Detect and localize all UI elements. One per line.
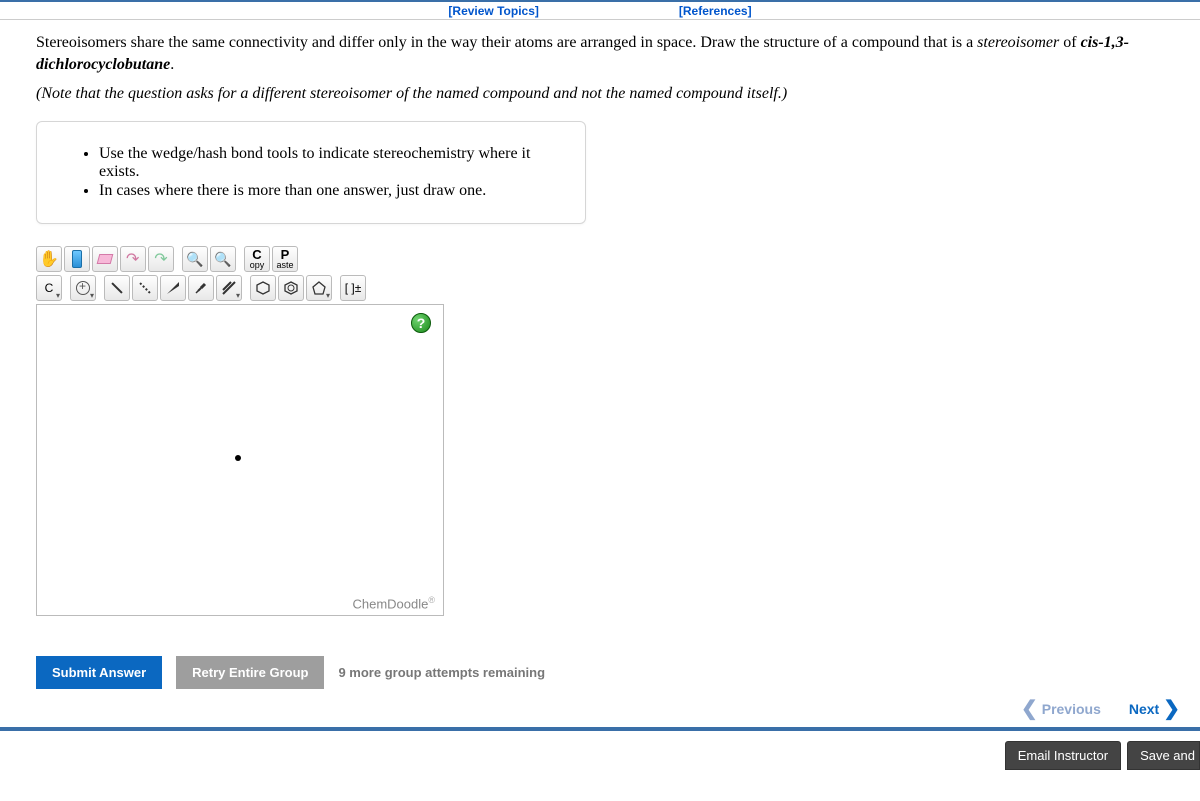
hint-item: In cases where there is more than one an… <box>99 182 557 200</box>
references-link[interactable]: [References] <box>679 4 752 18</box>
copy-button[interactable]: C opy <box>244 246 270 272</box>
cyclohexane-tool[interactable] <box>250 275 276 301</box>
charge-tool[interactable] <box>70 275 96 301</box>
pentagon-icon <box>311 280 327 296</box>
previous-button[interactable]: ❮ Previous <box>1021 699 1101 719</box>
recessed-bond-tool[interactable] <box>132 275 158 301</box>
help-button[interactable]: ? <box>411 313 431 333</box>
marker-tool[interactable] <box>64 246 90 272</box>
plus-circle-icon <box>76 281 90 295</box>
question-part-2: of <box>1059 34 1080 51</box>
attempts-remaining: 9 more group attempts remaining <box>338 665 545 680</box>
zoom-in-icon: 🔍 <box>186 251 203 268</box>
wedge-icon <box>165 280 181 296</box>
eraser-tool[interactable] <box>92 246 118 272</box>
save-and-button[interactable]: Save and <box>1127 741 1200 770</box>
element-label: C <box>45 281 54 295</box>
hash-bond-tool[interactable] <box>188 275 214 301</box>
chemdoodle-brand: ChemDoodle® <box>352 595 435 611</box>
eraser-icon <box>97 254 114 264</box>
double-hash-icon <box>221 280 237 296</box>
question-note: (Note that the question asks for a diffe… <box>36 85 1164 103</box>
redo-button[interactable]: ↷ <box>148 246 174 272</box>
canvas-atom-dot[interactable] <box>235 455 241 461</box>
line-icon <box>111 283 122 294</box>
benzene-icon <box>283 280 299 296</box>
marker-icon <box>72 250 82 268</box>
question-text: Stereoisomers share the same connectivit… <box>36 32 1164 75</box>
undo-icon: ↶ <box>126 249 139 269</box>
retry-group-button[interactable]: Retry Entire Group <box>176 656 324 689</box>
review-topics-link[interactable]: [Review Topics] <box>448 4 538 18</box>
toolbar-row-2: C <box>36 275 446 301</box>
undo-button[interactable]: ↶ <box>120 246 146 272</box>
ring-more-tool[interactable] <box>306 275 332 301</box>
nav-row: ❮ Previous Next ❯ <box>0 689 1200 727</box>
question-em-1: stereoisomer <box>977 34 1059 51</box>
single-bond-tool[interactable] <box>104 275 130 301</box>
drawing-canvas[interactable]: ? ChemDoodle® <box>36 304 444 616</box>
dotted-icon <box>139 283 150 294</box>
bond-more-tool[interactable] <box>216 275 242 301</box>
brand-text: ChemDoodle <box>352 596 428 611</box>
action-row: Submit Answer Retry Entire Group 9 more … <box>36 656 1164 689</box>
previous-label: Previous <box>1042 701 1101 717</box>
question-part-1: Stereoisomers share the same connectivit… <box>36 34 977 51</box>
toolbar-row-1: ✋ ↶ ↷ 🔍 🔍 C opy P aste <box>36 246 446 272</box>
brand-mark: ® <box>428 595 435 605</box>
paste-label-small: aste <box>276 261 293 270</box>
chevron-left-icon: ❮ <box>1021 699 1038 719</box>
copy-label-small: opy <box>250 261 265 270</box>
zoom-out-button[interactable]: 🔍 <box>210 246 236 272</box>
submit-answer-button[interactable]: Submit Answer <box>36 656 162 689</box>
question-part-3: . <box>170 56 174 73</box>
bracket-icon: [ ]± <box>345 281 362 295</box>
bracket-tool[interactable]: [ ]± <box>340 275 366 301</box>
email-instructor-button[interactable]: Email Instructor <box>1005 741 1121 770</box>
hint-box: Use the wedge/hash bond tools to indicat… <box>36 121 586 224</box>
top-links-bar: [Review Topics] [References] <box>0 0 1200 20</box>
content-area: Stereoisomers share the same connectivit… <box>0 20 1200 689</box>
wedge-bond-tool[interactable] <box>160 275 186 301</box>
hand-icon: ✋ <box>39 249 59 269</box>
benzene-tool[interactable] <box>278 275 304 301</box>
hash-icon <box>193 280 209 296</box>
next-button[interactable]: Next ❯ <box>1129 699 1180 719</box>
paste-button[interactable]: P aste <box>272 246 298 272</box>
zoom-in-button[interactable]: 🔍 <box>182 246 208 272</box>
hint-item: Use the wedge/hash bond tools to indicat… <box>99 145 557 181</box>
redo-icon: ↷ <box>154 249 167 269</box>
footer-bar: Email Instructor Save and <box>0 727 1200 770</box>
zoom-out-icon: 🔍 <box>214 251 231 268</box>
chem-sketcher: ✋ ↶ ↷ 🔍 🔍 C opy P aste <box>36 246 446 616</box>
hand-tool[interactable]: ✋ <box>36 246 62 272</box>
element-picker[interactable]: C <box>36 275 62 301</box>
chevron-right-icon: ❯ <box>1163 699 1180 719</box>
hexagon-icon <box>255 280 271 296</box>
next-label: Next <box>1129 701 1159 717</box>
